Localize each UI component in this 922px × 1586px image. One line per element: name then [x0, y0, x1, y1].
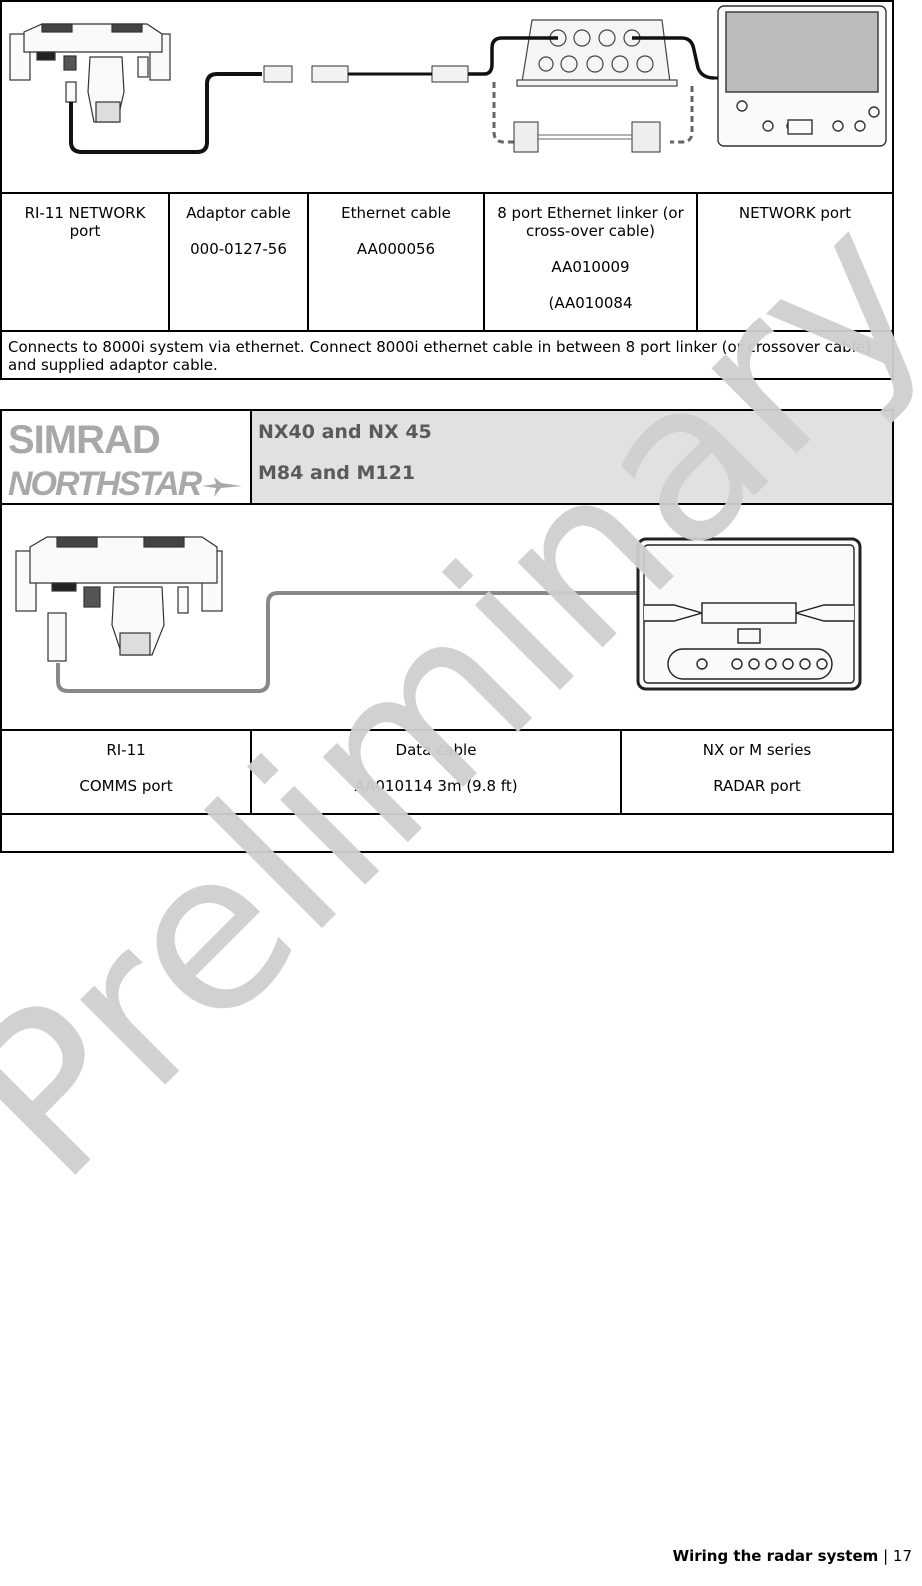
ethernet-wiring-diagram — [0, 0, 894, 194]
empty-note-row — [0, 813, 894, 853]
ethernet-cable-label: Ethernet cable — [341, 204, 451, 222]
data-cable-part-number: AA010114 3m (9.8 ft) — [354, 777, 518, 795]
ri11-unit-drawing — [15, 536, 223, 662]
nx-m-wiring-diagram — [0, 503, 894, 731]
display-back-drawing — [717, 5, 887, 147]
crossover-cable-drawing — [513, 121, 661, 153]
adaptor-cable-part-number: 000-0127-56 — [190, 240, 287, 258]
footer-separator: | — [883, 1547, 889, 1565]
northstar-logo-text: NORTHSTAR — [8, 465, 203, 501]
ethernet-wiring-table: RI-11 NETWORK port Adaptor cable 000-012… — [0, 0, 894, 380]
network-port-label: NETWORK port — [738, 204, 852, 222]
ethernet-linker-part-number: AA010009 — [551, 258, 630, 276]
nx-m-series-wiring-table: SIMRAD NORTHSTAR NX40 and NX 45 M84 and … — [0, 409, 894, 853]
nx-display-back-drawing — [636, 537, 862, 691]
adaptor-cable-label: Adaptor cable — [186, 204, 291, 222]
radar-port-label: RADAR port — [713, 777, 801, 795]
simrad-logo-text: SIMRAD — [8, 418, 160, 462]
ethernet-linker-label: 8 port Ethernet linker (or cross-over ca… — [497, 204, 684, 240]
ri11-network-port-label: RI-11 NETWORK port — [24, 204, 146, 240]
star-icon — [202, 477, 242, 497]
cell-ri11-comms-port: RI-11 COMMS port — [0, 729, 252, 815]
model-title-m: M84 and M121 — [258, 462, 416, 484]
comms-port-label: COMMS port — [79, 777, 173, 795]
ethernet-diagram-svg — [9, 5, 887, 154]
nx-m-series-label: NX or M series — [702, 741, 812, 759]
ethernet-connection-note: Connects to 8000i system via ethernet. C… — [0, 330, 894, 380]
ri11-label: RI-11 — [106, 741, 146, 759]
cell-ethernet-linker: 8 port Ethernet linker (or cross-over ca… — [483, 192, 698, 332]
ri11-unit-drawing — [9, 23, 171, 123]
simrad-northstar-logo: SIMRAD NORTHSTAR — [0, 409, 252, 505]
model-title-nx: NX40 and NX 45 — [258, 421, 432, 443]
data-cable-label: Data cable — [395, 741, 477, 759]
cell-radar-port: NX or M series RADAR port — [620, 729, 894, 815]
model-titles-cell: NX40 and NX 45 M84 and M121 — [250, 409, 894, 505]
nx-m-diagram-svg — [15, 536, 862, 693]
crossover-cable-part-number: (AA010084 — [548, 294, 633, 312]
page-number: 17 — [892, 1547, 912, 1565]
cell-data-cable: Data cable AA010114 3m (9.8 ft) — [250, 729, 622, 815]
cell-adaptor-cable: Adaptor cable 000-0127-56 — [168, 192, 309, 332]
cell-network-port: NETWORK port — [696, 192, 894, 332]
ethernet-cable-part-number: AA000056 — [356, 240, 436, 258]
cell-ri11-network-port: RI-11 NETWORK port — [0, 192, 170, 332]
cell-ethernet-cable: Ethernet cable AA000056 — [307, 192, 485, 332]
ethernet-linker-drawing — [516, 19, 678, 87]
footer-section-title: Wiring the radar system — [672, 1547, 879, 1565]
page-footer: Wiring the radar system | 17 — [673, 1547, 912, 1565]
brand-logo-svg: SIMRAD NORTHSTAR — [8, 418, 242, 501]
